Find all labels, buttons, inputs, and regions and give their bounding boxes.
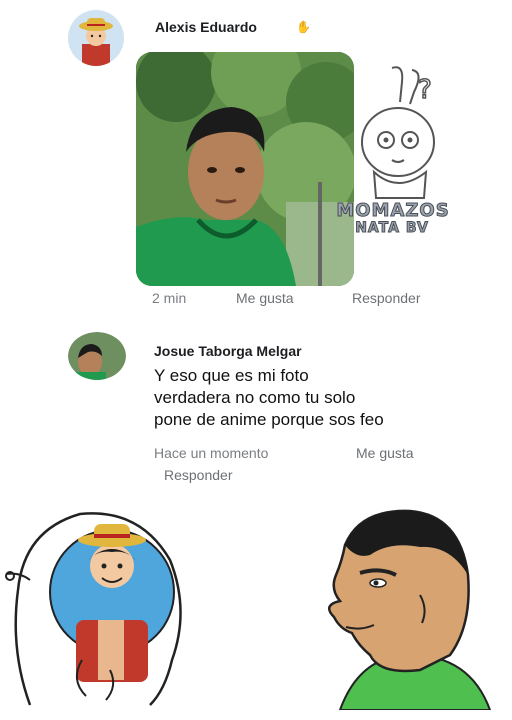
avatar-alexis[interactable] bbox=[68, 10, 124, 66]
comment-text: Y eso que es mi foto verdadera no como t… bbox=[154, 365, 384, 431]
comment-photo[interactable] bbox=[136, 52, 354, 286]
reply-button[interactable]: Responder bbox=[352, 290, 421, 306]
comment-author-name[interactable]: Josue Taborga Melgar bbox=[154, 343, 302, 359]
comment-text-line: pone de anime porque sos feo bbox=[154, 410, 384, 429]
chad-illustration bbox=[300, 505, 500, 711]
comment-time: 2 min bbox=[152, 290, 187, 306]
watermark-line-2: NATA BV bbox=[355, 220, 429, 237]
comment-actions: Hace un momento Me gusta Responder bbox=[0, 445, 512, 489]
user-avatar-icon bbox=[68, 332, 126, 380]
like-button[interactable]: Me gusta bbox=[356, 445, 414, 461]
comment-actions: 2 min Me gusta Responder bbox=[0, 290, 512, 310]
comment-text-line: Y eso que es mi foto bbox=[154, 366, 309, 385]
comment-text-line: verdadera no como tu solo bbox=[154, 388, 356, 407]
wojak-mask-illustration bbox=[0, 500, 200, 710]
avatar-josue[interactable] bbox=[68, 332, 126, 380]
svg-text:?: ? bbox=[418, 75, 432, 105]
comment-author-name[interactable]: Alexis Eduardo bbox=[155, 19, 257, 35]
photo-image bbox=[136, 52, 354, 286]
hand-icon: ✋ bbox=[296, 20, 311, 34]
luffy-avatar-icon bbox=[68, 10, 124, 66]
watermark-line-1: MOMAZOS bbox=[336, 200, 450, 222]
reply-button[interactable]: Responder bbox=[164, 467, 233, 483]
watermark-character-icon: ? bbox=[352, 62, 442, 202]
comment-time: Hace un momento bbox=[154, 445, 269, 461]
like-button[interactable]: Me gusta bbox=[236, 290, 294, 306]
